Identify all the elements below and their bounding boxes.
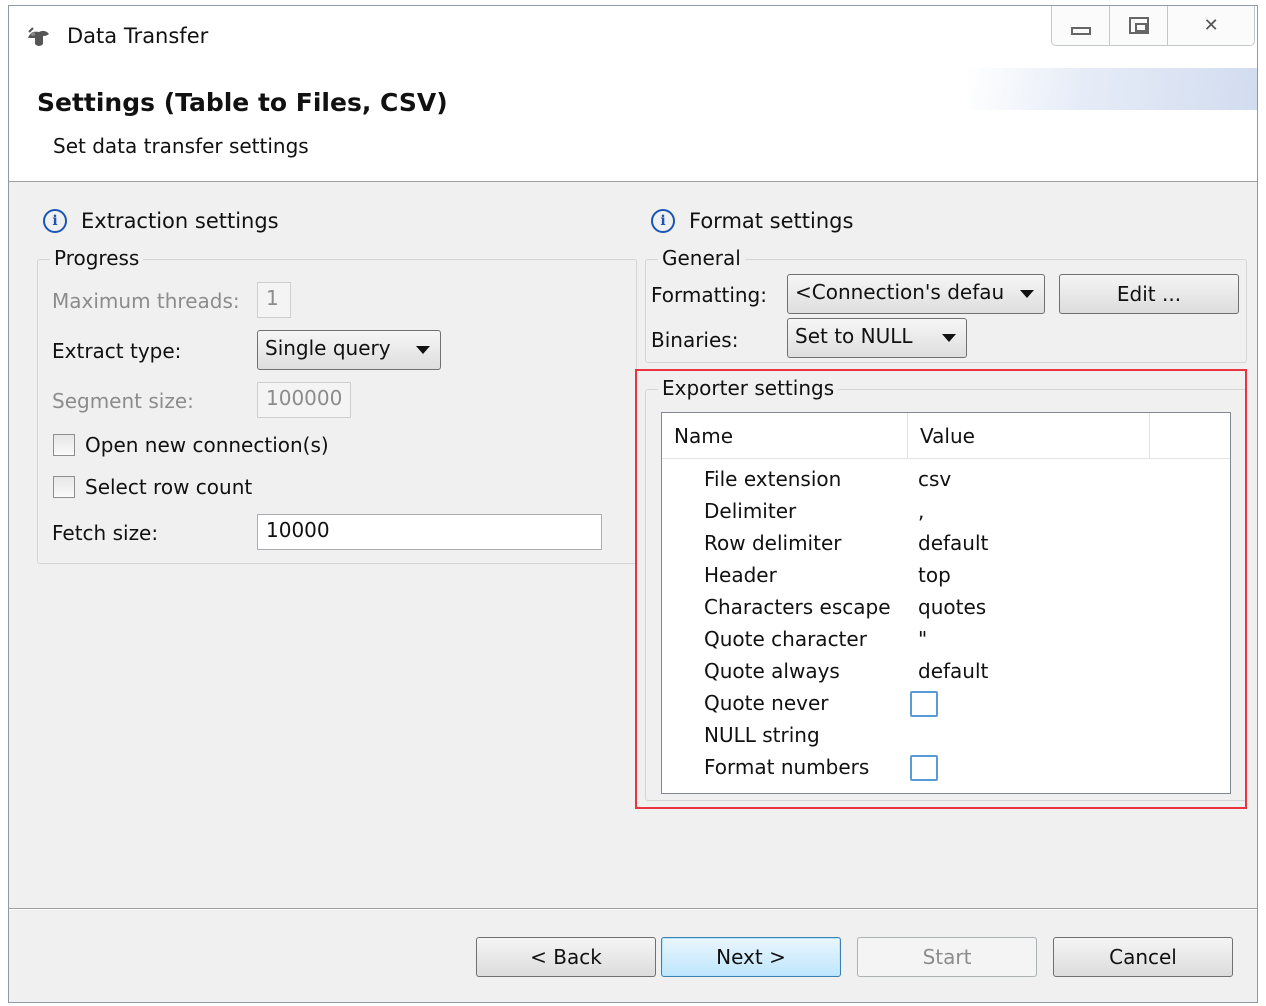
window-controls: ✕: [1051, 6, 1255, 46]
column-header-value[interactable]: Value: [908, 413, 1150, 459]
extraction-settings-heading: i Extraction settings: [43, 209, 279, 233]
cancel-button[interactable]: Cancel: [1053, 937, 1233, 977]
footer-divider: [9, 908, 1257, 910]
table-header: Name Value: [662, 413, 1230, 459]
edit-formatting-button[interactable]: Edit ...: [1059, 274, 1239, 314]
property-value[interactable]: default: [918, 527, 988, 559]
formatting-label: Formatting:: [651, 283, 767, 307]
title-bar[interactable]: Data Transfer ✕: [9, 6, 1257, 68]
exporter-properties-table[interactable]: Name Value File extension csv Delimiter …: [661, 412, 1231, 794]
wizard-header: Settings (Table to Files, CSV) Set data …: [9, 68, 1257, 182]
max-threads-field[interactable]: 1: [257, 282, 291, 318]
property-value[interactable]: quotes: [918, 591, 986, 623]
binaries-select[interactable]: Set to NULL: [787, 318, 967, 358]
select-row-count-label: Select row count: [85, 475, 253, 499]
header-banner: [967, 68, 1257, 110]
property-value[interactable]: top: [918, 559, 951, 591]
table-row[interactable]: NULL string: [662, 719, 1230, 751]
table-row[interactable]: Quote always default: [662, 655, 1230, 687]
extract-type-value: Single query: [265, 336, 391, 360]
property-value[interactable]: ": [918, 623, 927, 655]
table-row[interactable]: Delimiter ,: [662, 495, 1230, 527]
formatting-value: <Connection's defau: [795, 280, 1005, 304]
column-header-name[interactable]: Name: [662, 413, 908, 459]
general-group-label: General: [658, 246, 745, 270]
property-name: Quote always: [704, 659, 840, 683]
extract-type-select[interactable]: Single query: [257, 330, 441, 370]
chevron-down-icon: [942, 334, 956, 342]
table-row[interactable]: Characters escape quotes: [662, 591, 1230, 623]
data-transfer-window: Data Transfer ✕ Settings (Table to Files…: [8, 5, 1258, 1003]
property-name: Delimiter: [704, 499, 797, 523]
extraction-settings-title: Extraction settings: [81, 209, 279, 233]
formatting-select[interactable]: <Connection's defau: [787, 274, 1045, 314]
fetch-size-field[interactable]: 10000: [257, 514, 602, 550]
chevron-down-icon: [416, 346, 430, 354]
settings-content: i Extraction settings Progress Maximum t…: [9, 183, 1257, 907]
table-row[interactable]: Row delimiter default: [662, 527, 1230, 559]
extract-type-label: Extract type:: [52, 339, 182, 363]
next-button[interactable]: Next >: [661, 937, 841, 977]
property-name: Row delimiter: [704, 531, 842, 555]
minimize-icon: [1070, 26, 1091, 35]
window-title: Data Transfer: [67, 24, 209, 48]
table-row[interactable]: Header top: [662, 559, 1230, 591]
open-new-connections-label: Open new connection(s): [85, 433, 329, 457]
binaries-label: Binaries:: [651, 328, 739, 352]
table-row[interactable]: Quote never: [662, 687, 1230, 719]
back-button[interactable]: < Back: [476, 937, 656, 977]
fetch-size-label: Fetch size:: [52, 521, 159, 545]
property-name: Quote character: [704, 627, 867, 651]
property-value[interactable]: csv: [918, 463, 951, 495]
close-icon: ✕: [1203, 15, 1219, 36]
format-numbers-checkbox[interactable]: [910, 755, 938, 781]
table-row[interactable]: Quote character ": [662, 623, 1230, 655]
property-name: Characters escape: [704, 595, 891, 619]
segment-size-label: Segment size:: [52, 389, 194, 413]
maximize-button[interactable]: [1110, 6, 1169, 45]
table-row[interactable]: File extension csv: [662, 463, 1230, 495]
chevron-down-icon: [1020, 290, 1034, 298]
table-body: File extension csv Delimiter , Row delim…: [662, 463, 1230, 783]
property-name: NULL string: [704, 723, 820, 747]
format-settings-title: Format settings: [689, 209, 854, 233]
info-icon: i: [651, 209, 675, 233]
property-name: Header: [704, 563, 777, 587]
checkbox-box: [53, 476, 75, 498]
segment-size-field[interactable]: 100000: [257, 382, 351, 418]
checkbox-box: [53, 434, 75, 456]
property-name: Format numbers: [704, 755, 870, 779]
app-icon: [25, 26, 53, 50]
maximize-icon: [1128, 17, 1149, 34]
select-row-count-checkbox[interactable]: Select row count: [53, 475, 252, 499]
property-name: Quote never: [704, 691, 829, 715]
page-description: Set data transfer settings: [53, 134, 309, 158]
close-button[interactable]: ✕: [1168, 6, 1254, 45]
info-icon: i: [43, 209, 67, 233]
binaries-value: Set to NULL: [795, 324, 913, 348]
start-button[interactable]: Start: [857, 937, 1037, 977]
property-value[interactable]: default: [918, 655, 988, 687]
property-name: File extension: [704, 467, 842, 491]
open-new-connections-checkbox[interactable]: Open new connection(s): [53, 433, 329, 457]
max-threads-label: Maximum threads:: [52, 289, 240, 313]
quote-never-checkbox[interactable]: [910, 691, 938, 717]
table-row[interactable]: Format numbers: [662, 751, 1230, 783]
page-title: Settings (Table to Files, CSV): [37, 88, 448, 117]
format-settings-heading: i Format settings: [651, 209, 853, 233]
property-value[interactable]: ,: [918, 495, 924, 527]
progress-group-label: Progress: [50, 246, 144, 270]
minimize-button[interactable]: [1052, 6, 1111, 45]
column-header-empty: [1150, 413, 1230, 459]
